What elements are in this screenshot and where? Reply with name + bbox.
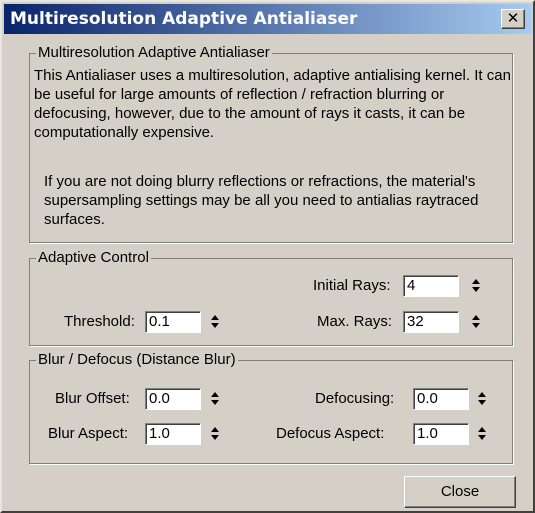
threshold-input[interactable]: 0.1 [145,311,201,333]
window-title: Multiresolution Adaptive Antialiaser [10,9,358,29]
defocus-aspect-label: Defocus Aspect: [276,425,385,442]
description-legend: Multiresolution Adaptive Antialiaser [36,44,272,62]
description-group: Multiresolution Adaptive Antialiaser Thi… [29,44,513,243]
title-bar[interactable]: Multiresolution Adaptive Antialiaser ✕ [4,4,531,34]
spinner-down-icon[interactable] [211,400,219,405]
blur-aspect-spinner[interactable] [208,423,222,445]
spinner-down-icon[interactable] [472,287,480,292]
initial-rays-spinner[interactable] [469,275,483,297]
spinner-up-icon[interactable] [478,392,486,397]
spinner-up-icon[interactable] [472,315,480,320]
defocusing-input[interactable]: 0.0 [413,388,469,410]
dialog-window: Multiresolution Adaptive Antialiaser ✕ M… [0,0,535,513]
blur-offset-input[interactable]: 0.0 [145,388,201,410]
blur-aspect-label: Blur Aspect: [48,425,129,442]
initial-rays-label: Initial Rays: [313,277,391,294]
blur-aspect-input[interactable]: 1.0 [145,423,201,445]
close-x-icon[interactable]: ✕ [501,9,525,29]
max-rays-input[interactable]: 32 [403,311,459,333]
initial-rays-input[interactable]: 4 [403,275,459,297]
defocusing-label: Defocusing: [315,390,395,407]
blur-offset-label: Blur Offset: [55,390,130,407]
spinner-up-icon[interactable] [478,427,486,432]
adaptive-control-group: Adaptive Control Initial Rays: 4 Thresho… [29,249,513,346]
threshold-label: Threshold: [64,313,135,330]
spinner-up-icon[interactable] [211,427,219,432]
spinner-down-icon[interactable] [472,323,480,328]
threshold-spinner[interactable] [208,311,222,333]
defocus-aspect-input[interactable]: 1.0 [413,423,469,445]
defocusing-spinner[interactable] [475,388,489,410]
max-rays-label: Max. Rays: [317,313,393,330]
spinner-down-icon[interactable] [211,435,219,440]
blur-defocus-legend: Blur / Defocus (Distance Blur) [36,351,238,369]
adaptive-control-legend: Adaptive Control [36,249,151,267]
description-paragraph-1: This Antialiaser uses a multiresolution,… [34,67,511,141]
spinner-up-icon[interactable] [211,315,219,320]
blur-offset-spinner[interactable] [208,388,222,410]
spinner-down-icon[interactable] [478,435,486,440]
description-paragraph-2: If you are not doing blurry reflections … [44,173,479,228]
spinner-up-icon[interactable] [211,392,219,397]
spinner-up-icon[interactable] [472,279,480,284]
close-button[interactable]: Close [404,476,516,508]
max-rays-spinner[interactable] [469,311,483,333]
blur-defocus-group: Blur / Defocus (Distance Blur) Blur Offs… [29,351,513,464]
spinner-down-icon[interactable] [211,323,219,328]
spinner-down-icon[interactable] [478,400,486,405]
defocus-aspect-spinner[interactable] [475,423,489,445]
